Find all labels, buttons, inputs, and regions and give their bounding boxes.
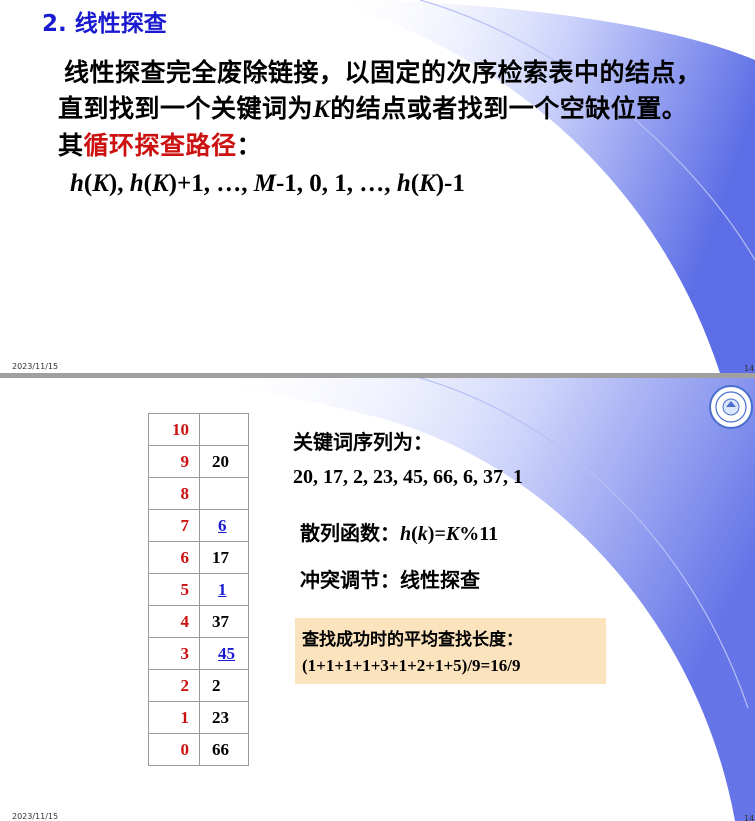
slot-value: 37: [199, 605, 249, 638]
table-row: 3 45: [148, 637, 249, 670]
slot-index: 9: [148, 445, 200, 478]
slide-title: 2. 线性探查: [42, 11, 167, 37]
slot-value: 23: [199, 701, 249, 734]
slot-index: 5: [148, 573, 200, 606]
keys-values: 20, 17, 2, 23, 45, 66, 6, 37, 1: [293, 466, 523, 488]
collision-resolution: 冲突调节：线性探查: [300, 568, 480, 592]
asl-formula: (1+1+1+1+3+1+2+1+5)/9=16/9: [302, 656, 521, 675]
table-row: 9 20: [148, 445, 249, 478]
average-search-length-box: 查找成功时的平均查找长度： (1+1+1+1+3+1+2+1+5)/9=16/9: [295, 618, 606, 684]
table-row: 6 17: [148, 541, 249, 574]
slot-value: 20: [199, 445, 249, 478]
probe-path-highlight: 循环探查路径: [83, 131, 237, 160]
hash-table: 10 9 20 8 7 6 6 17 5 1 4 37 3 45 2 2 1 23 0 66: [148, 413, 249, 766]
table-row: 1 23: [148, 701, 249, 734]
slot-index: 2: [148, 669, 200, 702]
slot-value: [199, 477, 249, 510]
university-logo: [709, 385, 753, 429]
paragraph-line-2: 直到找到一个关键词为K的结点或者找到一个空缺位置。: [58, 94, 688, 123]
slot-index: 0: [148, 733, 200, 766]
slot-index: 8: [148, 477, 200, 510]
slot-value: [199, 413, 249, 446]
footer-date: 2023/11/15: [12, 362, 59, 371]
table-row: 51: [148, 573, 249, 606]
slide-2: 10 9 20 8 7 6 6 17 5 1 4 37 3 45 2 2 1 23 0 66 关键词序列为： 20, …: [0, 378, 755, 821]
asl-label: 查找成功时的平均查找长度：: [302, 630, 523, 650]
probe-path-formula: h(K), h(K)+1, …, M-1, 0, 1, …, h(K)-1: [70, 170, 465, 197]
slide-1: 2. 线性探查 线性探查完全废除链接，以固定的次序检索表中的结点， 直到找到一个…: [0, 0, 755, 373]
paragraph-line-1: 线性探查完全废除链接，以固定的次序检索表中的结点，: [64, 58, 702, 87]
hash-function: 散列函数：h(k)=K%11: [300, 521, 499, 545]
slot-value: 17: [199, 541, 249, 574]
slot-index: 4: [148, 605, 200, 638]
table-row: 76: [148, 509, 249, 542]
slot-value-link[interactable]: 6: [199, 509, 249, 542]
slot-value-link[interactable]: 1: [199, 573, 249, 606]
table-row: 4 37: [148, 605, 249, 638]
slot-index: 7: [148, 509, 200, 542]
slot-index: 1: [148, 701, 200, 734]
table-row: 8: [148, 477, 249, 510]
keys-label: 关键词序列为：: [293, 430, 433, 454]
paragraph-line-3: 其循环探查路径：: [58, 131, 263, 160]
table-row: 10: [148, 413, 249, 446]
table-row: 0 66: [148, 733, 249, 766]
slot-index: 10: [148, 413, 200, 446]
slot-value-link[interactable]: 45: [199, 637, 249, 670]
footer-page-number: 14: [744, 364, 755, 373]
table-row: 22: [148, 669, 249, 702]
footer-page-number: 14: [744, 814, 755, 821]
slot-index: 6: [148, 541, 200, 574]
footer-date: 2023/11/15: [12, 812, 59, 821]
slot-value: 66: [199, 733, 249, 766]
slot-index: 3: [148, 637, 200, 670]
slot-value: 2: [199, 669, 249, 702]
